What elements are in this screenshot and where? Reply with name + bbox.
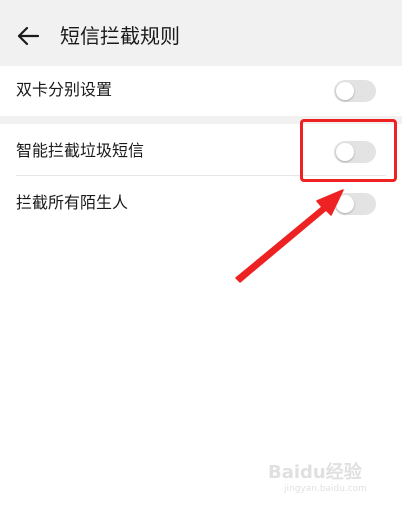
block-strangers-toggle[interactable] <box>334 193 376 215</box>
setting-label: 拦截所有陌生人 <box>16 193 129 212</box>
watermark-logo: Baidu经验 <box>268 462 362 483</box>
back-button[interactable] <box>14 22 42 50</box>
app-header: 短信拦截规则 <box>0 0 402 66</box>
setting-row-dual-sim[interactable]: 双卡分别设置 <box>0 66 402 116</box>
page-title: 短信拦截规则 <box>60 24 180 48</box>
setting-label: 智能拦截垃圾短信 <box>16 141 145 160</box>
watermark-url: jingyan.baidu.com <box>284 484 368 494</box>
dual-sim-section: 双卡分别设置 <box>0 66 402 116</box>
setting-label: 双卡分别设置 <box>16 80 113 99</box>
arrow-left-icon <box>17 26 40 46</box>
filter-rules-section: 智能拦截垃圾短信 拦截所有陌生人 <box>0 124 402 513</box>
highlight-annotation-box <box>300 119 397 182</box>
setting-row-block-strangers[interactable]: 拦截所有陌生人 <box>0 179 402 229</box>
toggle-knob <box>336 195 354 213</box>
toggle-knob <box>336 82 354 100</box>
dual-sim-toggle[interactable] <box>334 80 376 102</box>
baidu-jingyan-watermark: Baidu经验 jingyan.baidu.com <box>268 458 388 498</box>
